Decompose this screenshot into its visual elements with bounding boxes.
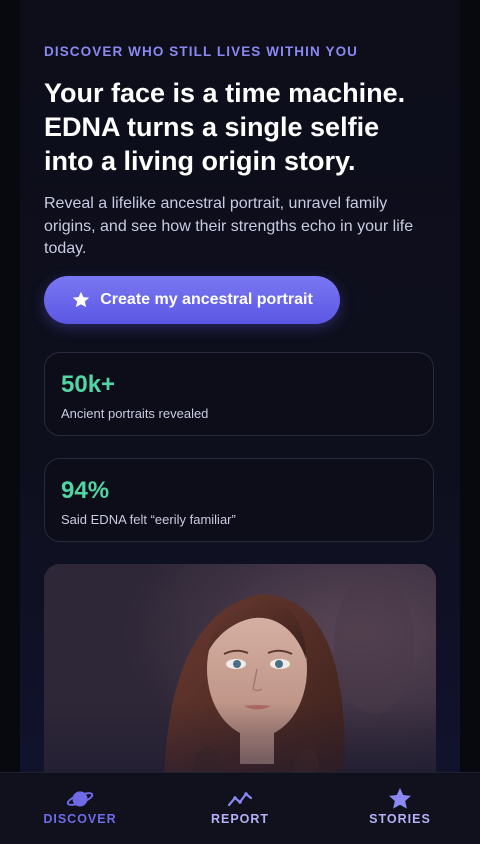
planet-icon (66, 787, 94, 811)
nav-item-report[interactable]: REPORT (160, 773, 320, 844)
bottom-navigation: DISCOVER REPORT STORIES (0, 772, 480, 844)
nav-label: REPORT (210, 812, 270, 826)
headline-line: EDNA turns a single selfie (44, 112, 380, 142)
stat-card-portraits: 50k+ Ancient portraits revealed (44, 352, 434, 436)
star-icon (71, 290, 91, 310)
stat-label: Said EDNA felt “eerily familiar” (61, 512, 236, 527)
stat-value: 94% (61, 477, 110, 504)
nav-label: STORIES (369, 812, 431, 826)
nav-item-discover[interactable]: DISCOVER (0, 773, 160, 844)
headline-line: into a living origin story. (44, 146, 356, 176)
nav-item-stories[interactable]: STORIES (320, 773, 480, 844)
nav-label: DISCOVER (43, 812, 117, 826)
cta-label: Create my ancestral portrait (100, 291, 313, 308)
hero-intro: Reveal a lifelike ancestral portrait, un… (44, 195, 414, 257)
stat-card-familiar: 94% Said EDNA felt “eerily familiar” (44, 458, 434, 542)
trend-line-icon (226, 787, 254, 811)
headline-line: Your face is a time machine. (44, 78, 406, 108)
create-portrait-button[interactable]: Create my ancestral portrait (44, 276, 340, 324)
star-icon (386, 787, 414, 811)
app-screen: DISCOVER WHO STILL LIVES WITHIN YOU Your… (0, 0, 480, 844)
eyebrow-text: DISCOVER WHO STILL LIVES WITHIN YOU (44, 44, 359, 59)
stat-value: 50k+ (61, 371, 116, 398)
ancestral-portrait-image (44, 564, 436, 794)
stat-label: Ancient portraits revealed (61, 406, 209, 421)
hero-headline: Your face is a time machine. EDNA turns … (44, 76, 444, 178)
